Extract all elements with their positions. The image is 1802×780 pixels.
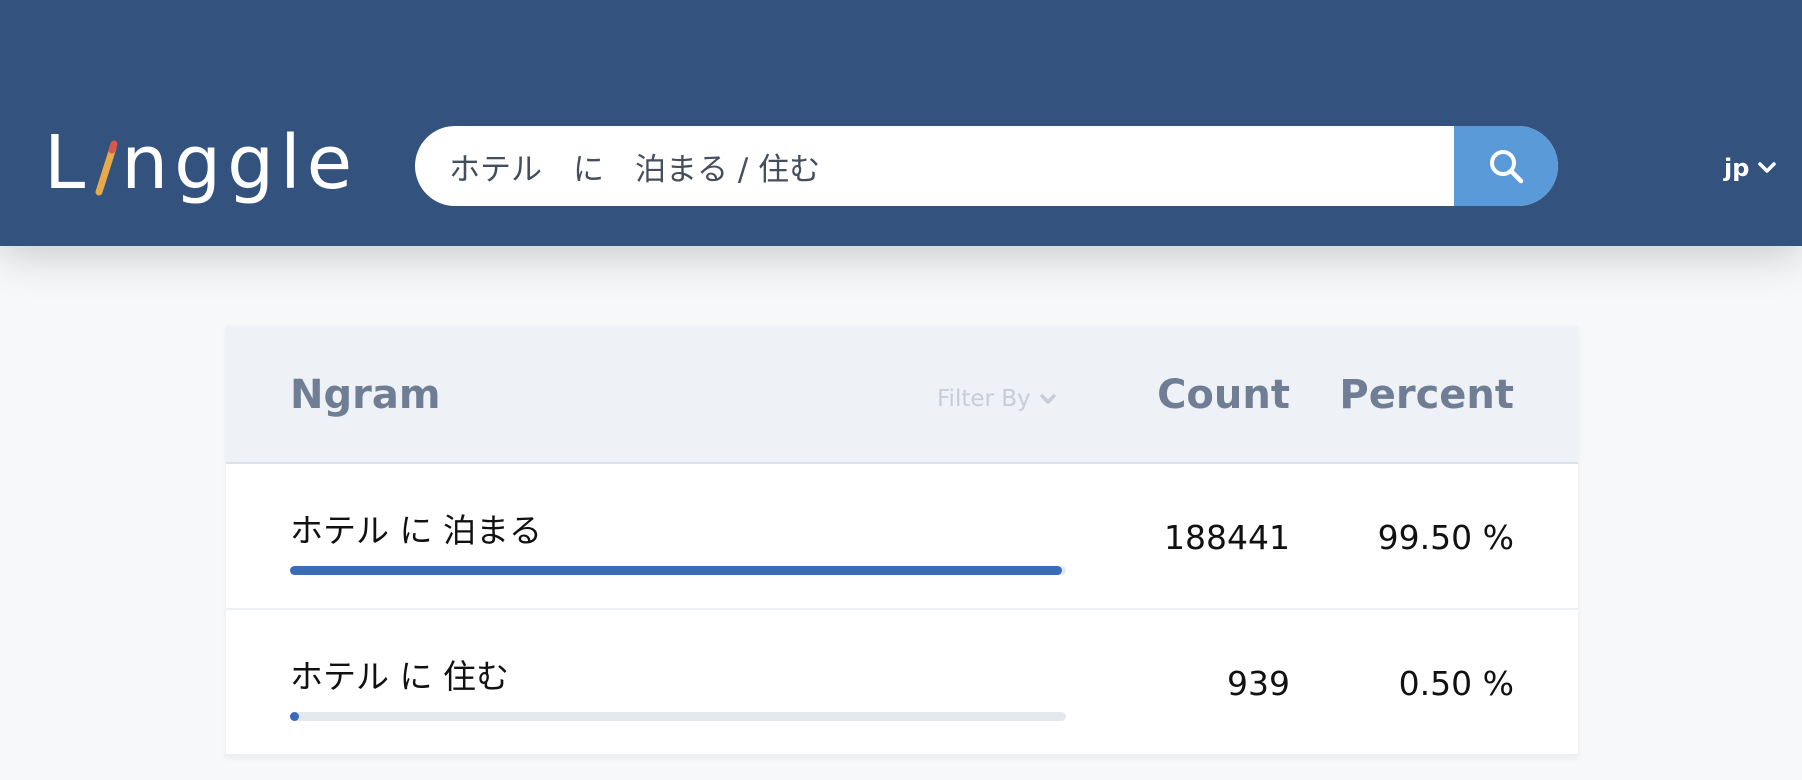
percent-value: 99.50 % bbox=[1377, 518, 1514, 557]
ngram-text: ホテル に 住む bbox=[290, 657, 509, 696]
filter-label: Filter By bbox=[937, 386, 1031, 412]
logo-letter-l: L bbox=[44, 120, 92, 206]
chevron-down-icon bbox=[1039, 394, 1056, 404]
language-label: jp bbox=[1724, 154, 1750, 182]
count-value: 939 bbox=[1227, 664, 1290, 703]
percent-column-header[interactable]: Percent bbox=[1339, 372, 1514, 418]
percent-value: 0.50 % bbox=[1398, 664, 1514, 703]
header-bar: Lnggle jp bbox=[0, 0, 1802, 246]
language-selector[interactable]: jp bbox=[1724, 150, 1777, 186]
filter-dropdown[interactable]: Filter By bbox=[937, 386, 1057, 412]
ngram-text: ホテル に 泊まる bbox=[290, 511, 542, 550]
results-table: Ngram Filter By Count Percent ホテル に 泊まる … bbox=[226, 326, 1578, 756]
table-header: Ngram Filter By Count Percent bbox=[226, 326, 1578, 464]
pencil-icon bbox=[93, 134, 119, 204]
count-value: 188441 bbox=[1164, 518, 1290, 557]
count-column-header[interactable]: Count bbox=[1157, 372, 1290, 418]
chevron-down-icon bbox=[1758, 162, 1777, 173]
search-input[interactable] bbox=[415, 126, 1454, 206]
ngram-column-header[interactable]: Ngram bbox=[290, 372, 441, 418]
percent-bar-fill bbox=[290, 712, 300, 721]
search-icon bbox=[1490, 150, 1524, 184]
linggle-logo[interactable]: Lnggle bbox=[44, 118, 358, 208]
percent-bar bbox=[290, 712, 1066, 721]
percent-bar-fill bbox=[290, 566, 1063, 575]
search-button[interactable] bbox=[1454, 126, 1558, 206]
logo-letters-nggle: nggle bbox=[121, 120, 359, 206]
search-bar bbox=[415, 126, 1558, 206]
percent-bar bbox=[290, 566, 1066, 575]
table-row[interactable]: ホテル に 泊まる 188441 99.50 % bbox=[226, 464, 1578, 610]
table-row[interactable]: ホテル に 住む 939 0.50 % bbox=[226, 610, 1578, 756]
